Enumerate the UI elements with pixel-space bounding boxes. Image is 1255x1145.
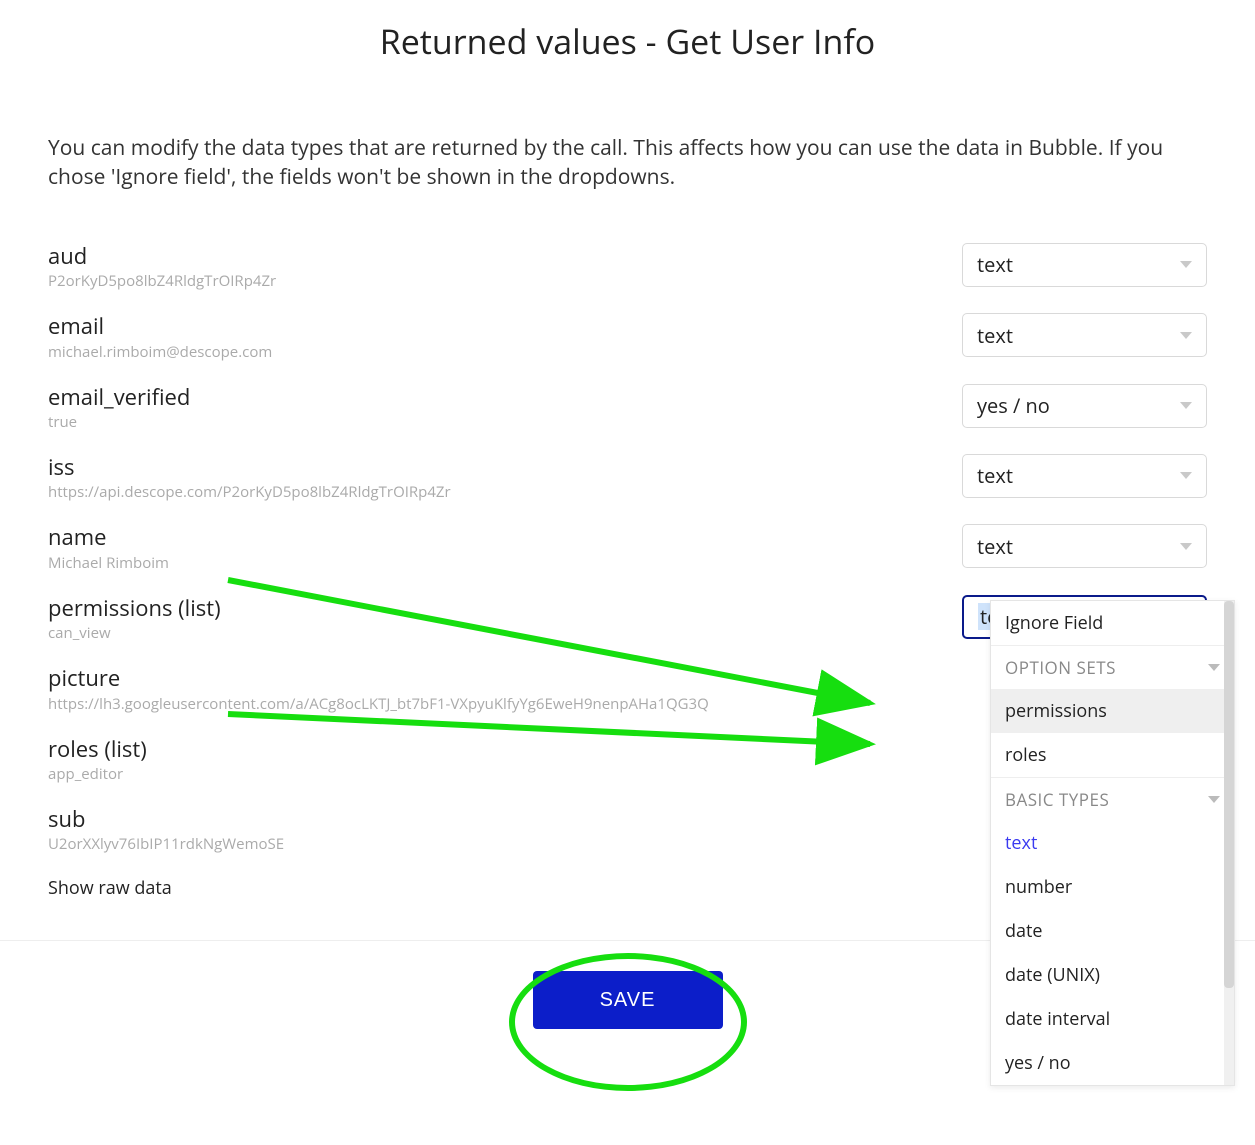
type-select-value: yes / no — [977, 392, 1050, 419]
chevron-down-icon — [1208, 796, 1220, 803]
field-sample: https://api.descope.com/P2orKyD5po8lbZ4R… — [48, 482, 828, 502]
type-select[interactable]: text — [962, 243, 1207, 287]
dropdown-option[interactable]: roles — [991, 733, 1234, 777]
description-text: You can modify the data types that are r… — [48, 134, 1207, 193]
page-title: Returned values - Get User Info — [48, 0, 1207, 74]
chevron-down-icon — [1180, 332, 1192, 339]
type-select[interactable]: yes / no — [962, 384, 1207, 428]
field-sample: U2orXXlyv76IbIP11rdkNgWemoSE — [48, 834, 828, 854]
dropdown-option[interactable]: Ignore Field — [991, 601, 1234, 645]
type-select[interactable]: text — [962, 524, 1207, 568]
chevron-down-icon — [1180, 472, 1192, 479]
field-name: name — [48, 524, 942, 550]
type-dropdown-panel[interactable]: Ignore FieldOPTION SETSpermissionsrolesB… — [990, 600, 1235, 1086]
field-sample: P2orKyD5po8lbZ4RldgTrOIRp4Zr — [48, 271, 828, 291]
dropdown-scrollbar[interactable] — [1224, 601, 1234, 1085]
field-name: aud — [48, 243, 942, 269]
field-row: audP2orKyD5po8lbZ4RldgTrOIRp4Zr text — [48, 243, 1207, 291]
field-row: email_verifiedtrue yes / no — [48, 384, 1207, 432]
field-sample: https://lh3.googleusercontent.com/a/ACg8… — [48, 694, 828, 714]
type-select[interactable]: text — [962, 454, 1207, 498]
field-name: email_verified — [48, 384, 942, 410]
chevron-down-icon — [1180, 261, 1192, 268]
field-row: isshttps://api.descope.com/P2orKyD5po8lb… — [48, 454, 1207, 502]
field-sample: michael.rimboim@descope.com — [48, 342, 828, 362]
field-name: permissions (list) — [48, 595, 942, 621]
type-select-value: text — [977, 322, 1013, 349]
dropdown-option[interactable]: date — [991, 909, 1234, 953]
chevron-down-icon — [1180, 402, 1192, 409]
field-sample: can_view — [48, 623, 828, 643]
dropdown-option[interactable]: number — [991, 865, 1234, 909]
type-select[interactable]: text — [962, 313, 1207, 357]
field-sample: app_editor — [48, 764, 828, 784]
dropdown-section-header: OPTION SETS — [991, 645, 1234, 689]
type-select-value: text — [977, 533, 1013, 560]
type-select-value: text — [977, 462, 1013, 489]
field-row: email michael.rimboim@descope.com text — [48, 313, 1207, 361]
dropdown-option[interactable]: permissions — [991, 689, 1234, 733]
dropdown-option[interactable]: text — [991, 821, 1234, 865]
dropdown-option[interactable]: yes / no — [991, 1041, 1234, 1085]
dropdown-section-header: BASIC TYPES — [991, 777, 1234, 821]
field-sample: true — [48, 412, 828, 432]
chevron-down-icon — [1208, 664, 1220, 671]
field-sample: Michael Rimboim — [48, 553, 828, 573]
field-row: name Michael Rimboim text — [48, 524, 1207, 572]
dropdown-option[interactable]: date (UNIX) — [991, 953, 1234, 997]
save-button[interactable]: SAVE — [533, 971, 723, 1029]
field-name: iss — [48, 454, 942, 480]
field-name: email — [48, 313, 942, 339]
chevron-down-icon — [1180, 543, 1192, 550]
type-select-value: text — [977, 251, 1013, 278]
dropdown-option[interactable]: date interval — [991, 997, 1234, 1041]
